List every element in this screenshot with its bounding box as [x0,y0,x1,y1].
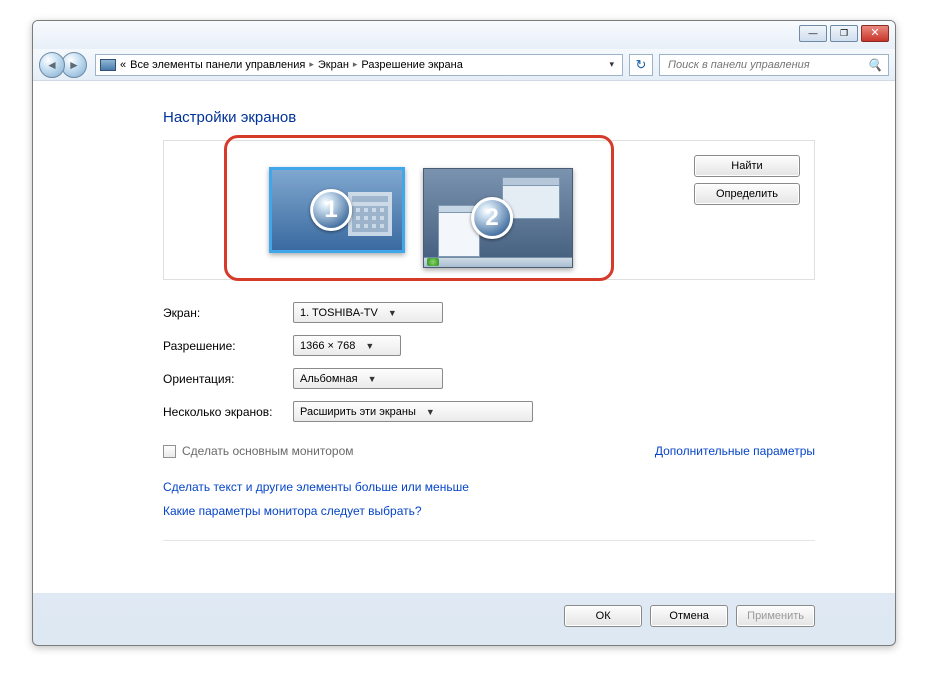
advanced-settings-link[interactable]: Дополнительные параметры [655,444,815,458]
control-panel-icon [100,59,116,71]
separator [163,540,815,541]
chevron-down-icon: ▼ [426,407,435,417]
arrow-left-icon: ◄ [46,58,58,72]
page-title: Настройки экранов [163,109,815,126]
orientation-label: Ориентация: [163,372,293,386]
display-settings-form: Экран: 1. TOSHIBA-TV ▼ Разрешение: 1366 … [163,302,815,518]
help-links: Сделать текст и другие элементы больше и… [163,480,815,518]
breadcrumb-prefix: « [120,59,126,71]
resolution-combo[interactable]: 1366 × 768 ▼ [293,335,401,356]
make-main-label: Сделать основным монитором [182,444,354,458]
chevron-right-icon: ▸ [309,59,314,70]
orientation-combo[interactable]: Альбомная ▼ [293,368,443,389]
display-stage[interactable]: 1 2 [164,141,678,279]
minimize-icon: — [809,29,818,38]
chevron-down-icon: ▼ [368,374,377,384]
breadcrumb-dropdown-icon[interactable]: ▾ [605,59,618,70]
ok-button[interactable]: ОК [564,605,642,627]
search-icon: 🔍 [867,58,882,72]
search-input[interactable] [666,58,867,72]
detect-button[interactable]: Определить [694,183,800,205]
arrow-right-icon: ► [68,58,80,72]
make-main-checkbox[interactable] [163,445,176,458]
screen-label: Экран: [163,306,293,320]
breadcrumb[interactable]: « Все элементы панели управления ▸ Экран… [95,54,623,76]
display-side-buttons: Найти Определить [678,141,814,279]
chevron-right-icon: ▸ [353,59,358,70]
screen-combo[interactable]: 1. TOSHIBA-TV ▼ [293,302,443,323]
nav-buttons: ◄ ► [39,52,89,78]
breadcrumb-item[interactable]: Все элементы панели управления [130,59,305,71]
minimize-button[interactable]: — [799,25,827,42]
cancel-button[interactable]: Отмена [650,605,728,627]
close-icon: ✕ [870,28,879,39]
window-frame: — ❐ ✕ ◄ ► « Все элементы панели управлен… [32,20,896,646]
maximize-button[interactable]: ❐ [830,25,858,42]
dialog-footer: ОК Отмена Применить [33,593,895,645]
maximize-icon: ❐ [840,29,848,38]
display-1[interactable]: 1 [269,167,405,253]
screen-combo-value: 1. TOSHIBA-TV [300,307,378,319]
multi-combo[interactable]: Расширить эти экраны ▼ [293,401,533,422]
content-area: Настройки экранов 1 2 [33,81,895,593]
refresh-button[interactable]: ↻ [629,54,653,76]
search-box[interactable]: 🔍 [659,54,889,76]
orientation-combo-value: Альбомная [300,373,358,385]
breadcrumb-item[interactable]: Разрешение экрана [361,59,462,71]
breadcrumb-item[interactable]: Экран [318,59,349,71]
resolution-label: Разрешение: [163,339,293,353]
apply-button[interactable]: Применить [736,605,815,627]
display-1-number: 1 [310,189,352,231]
resolution-combo-value: 1366 × 768 [300,340,355,352]
display-1-wallpaper-icon [348,192,392,236]
close-button[interactable]: ✕ [861,25,889,42]
back-button[interactable]: ◄ [39,52,65,78]
chevron-down-icon: ▼ [365,341,374,351]
refresh-icon: ↻ [636,57,647,73]
multi-combo-value: Расширить эти экраны [300,406,416,418]
find-button[interactable]: Найти [694,155,800,177]
address-bar: ◄ ► « Все элементы панели управления ▸ Э… [33,49,895,81]
display-2-number: 2 [471,197,513,239]
display-arrangement-panel: 1 2 Найти Определить [163,140,815,280]
display-2[interactable]: 2 [423,168,573,268]
chevron-down-icon: ▼ [388,308,397,318]
make-main-row: Сделать основным монитором Дополнительны… [163,444,815,458]
multi-label: Несколько экранов: [163,405,293,419]
text-size-link[interactable]: Сделать текст и другие элементы больше и… [163,480,815,494]
which-settings-link[interactable]: Какие параметры монитора следует выбрать… [163,504,815,518]
titlebar: — ❐ ✕ [33,21,895,49]
